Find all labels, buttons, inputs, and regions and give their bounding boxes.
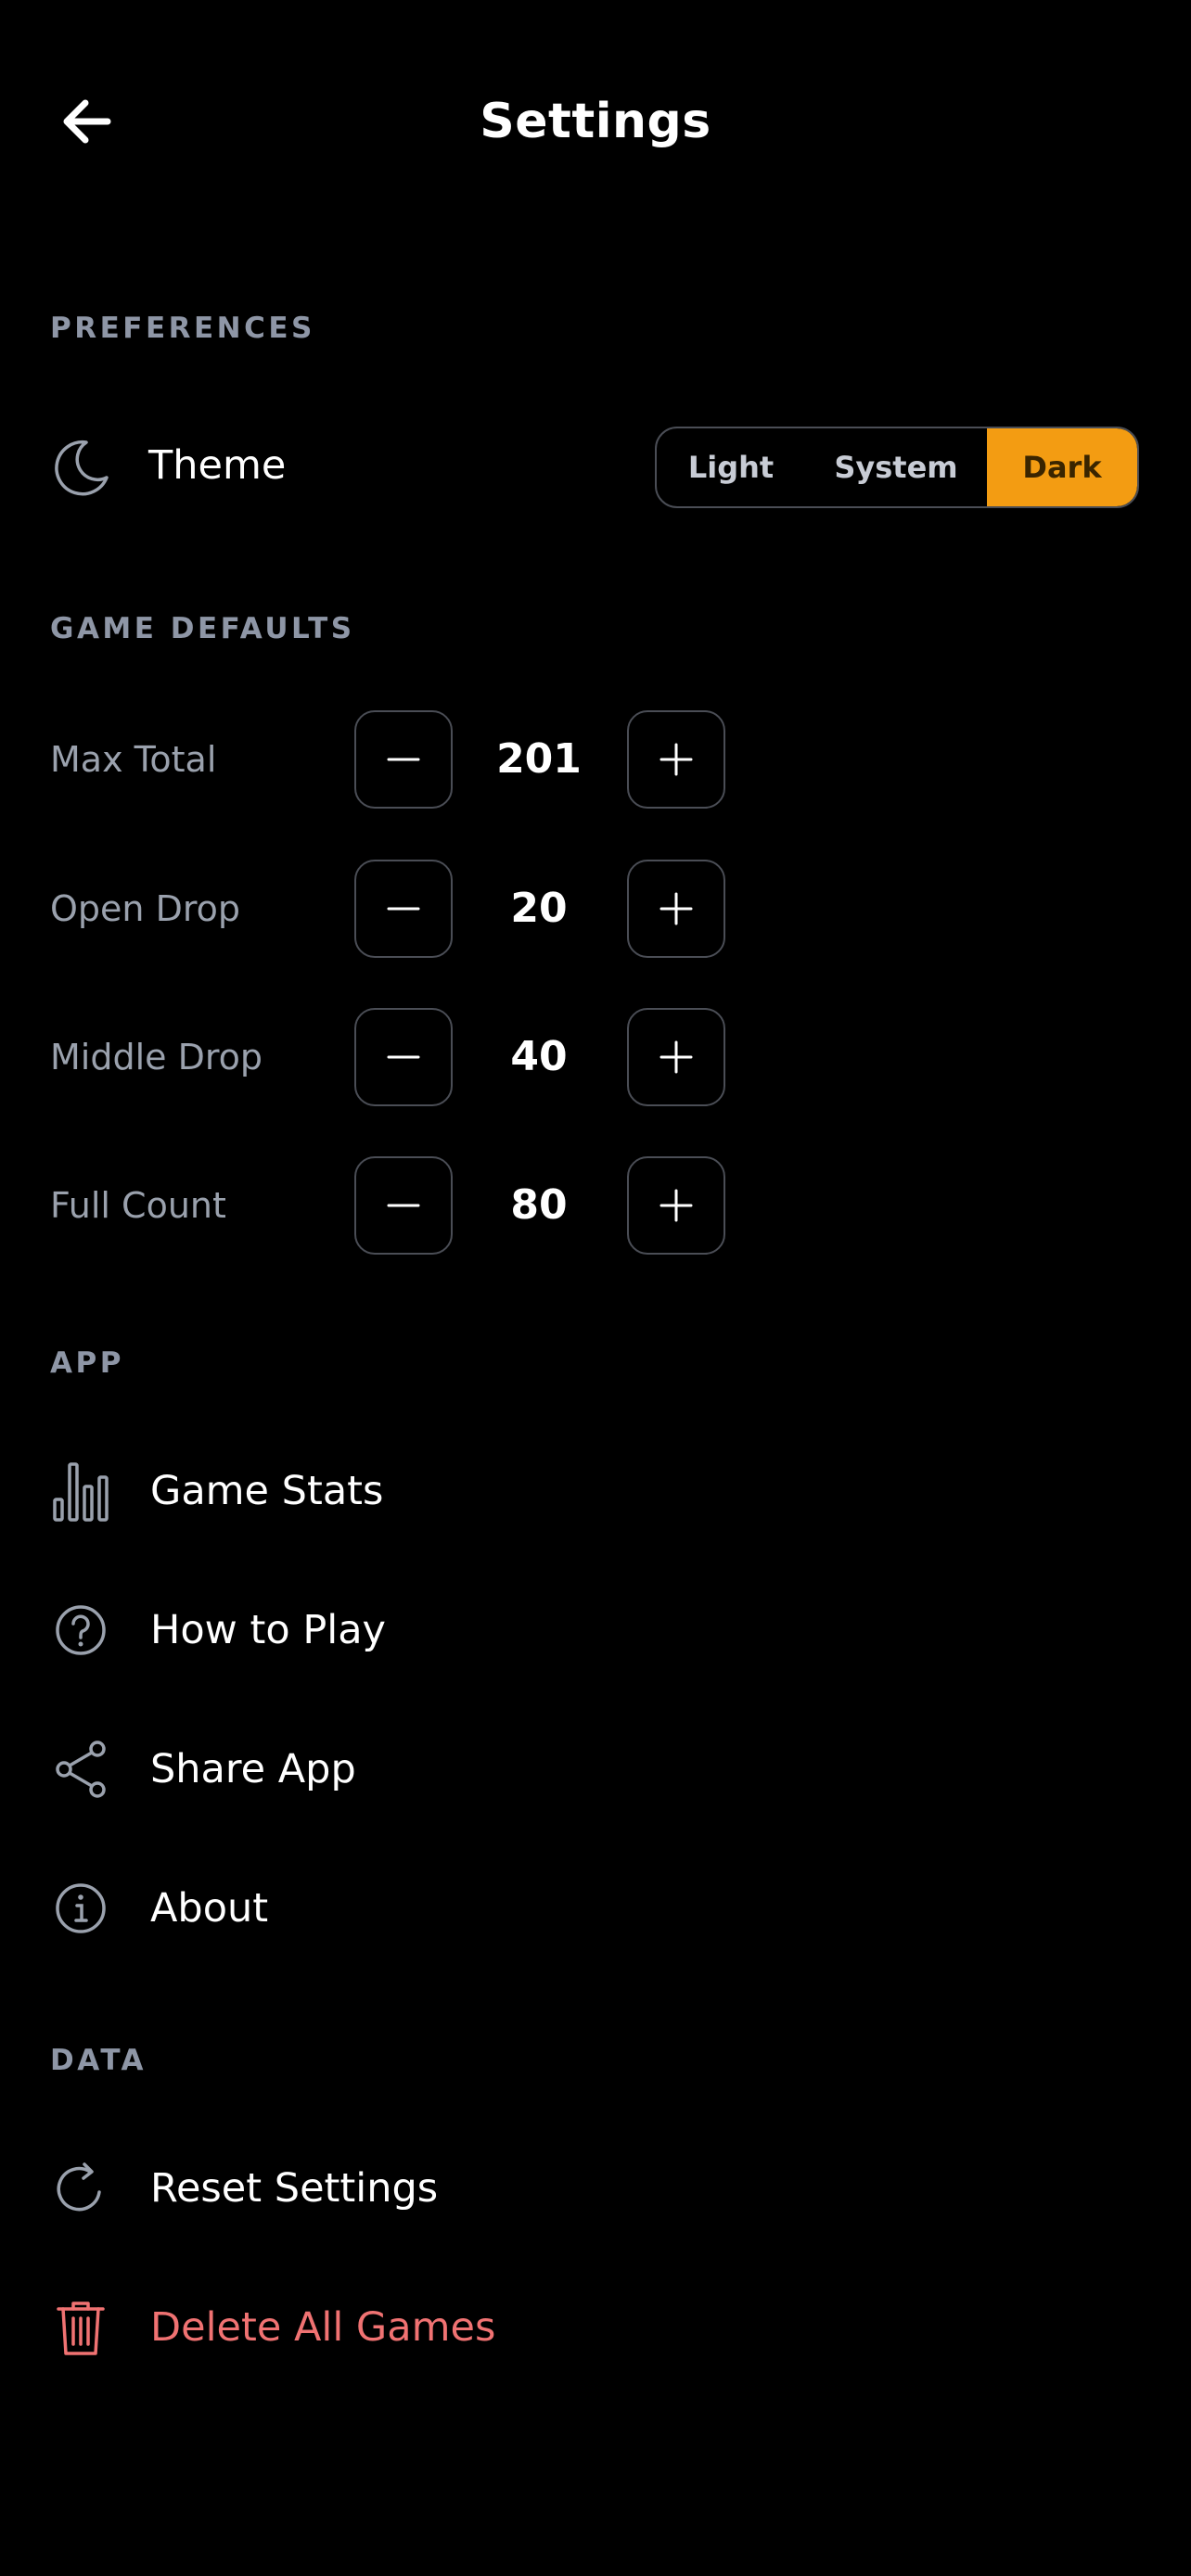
theme-option-light[interactable]: Light <box>657 428 805 506</box>
max-total-value: 201 <box>496 735 582 783</box>
section-header-data: DATA <box>50 2044 147 2077</box>
delete-all-games-label: Delete All Games <box>150 2304 496 2351</box>
stepper-label-open-drop: Open Drop <box>50 888 240 929</box>
max-total-increment-button[interactable] <box>627 710 725 809</box>
theme-segmented-control: Light System Dark <box>655 427 1139 508</box>
app-item-about[interactable]: About <box>37 1857 1150 1959</box>
minus-icon <box>387 1204 420 1207</box>
full-count-decrement-button[interactable] <box>354 1156 453 1255</box>
stepper-label-middle-drop: Middle Drop <box>50 1037 263 1078</box>
app-item-label: Share App <box>150 1746 356 1792</box>
plus-icon <box>660 892 693 925</box>
app-item-share-app[interactable]: Share App <box>37 1718 1150 1820</box>
section-header-app: APP <box>50 1346 124 1380</box>
help-circle-icon <box>50 1600 111 1661</box>
middle-drop-decrement-button[interactable] <box>354 1008 453 1106</box>
minus-icon <box>387 907 420 911</box>
info-icon <box>50 1878 111 1939</box>
open-drop-value: 20 <box>510 885 568 932</box>
section-header-preferences: PREFERENCES <box>50 312 315 345</box>
app-item-label: How to Play <box>150 1607 386 1653</box>
middle-drop-increment-button[interactable] <box>627 1008 725 1106</box>
theme-option-dark[interactable]: Dark <box>987 428 1137 506</box>
section-header-game-defaults: GAME DEFAULTS <box>50 612 355 645</box>
moon-icon <box>50 436 111 497</box>
reset-settings-label: Reset Settings <box>150 2165 439 2212</box>
stepper-label-max-total: Max Total <box>50 739 217 780</box>
theme-label: Theme <box>148 442 287 489</box>
minus-icon <box>387 758 420 761</box>
delete-all-games-button[interactable]: Delete All Games <box>37 2276 1150 2378</box>
app-item-how-to-play[interactable]: How to Play <box>37 1579 1150 1681</box>
reset-settings-button[interactable]: Reset Settings <box>37 2137 1150 2239</box>
plus-icon <box>660 1040 693 1074</box>
app-item-label: Game Stats <box>150 1468 384 1514</box>
open-drop-decrement-button[interactable] <box>354 860 453 958</box>
full-count-increment-button[interactable] <box>627 1156 725 1255</box>
theme-option-system[interactable]: System <box>805 428 987 506</box>
plus-icon <box>660 743 693 776</box>
minus-icon <box>387 1055 420 1059</box>
plus-icon <box>660 1189 693 1222</box>
full-count-value: 80 <box>510 1181 568 1229</box>
trash-icon <box>50 2297 111 2358</box>
middle-drop-value: 40 <box>510 1033 568 1080</box>
app-item-label: About <box>150 1885 269 1932</box>
bar-chart-icon <box>50 1460 111 1522</box>
page-title: Settings <box>480 94 711 149</box>
refresh-icon <box>50 2158 111 2219</box>
open-drop-increment-button[interactable] <box>627 860 725 958</box>
stepper-label-full-count: Full Count <box>50 1185 226 1226</box>
app-item-game-stats[interactable]: Game Stats <box>37 1440 1150 1542</box>
max-total-decrement-button[interactable] <box>354 710 453 809</box>
share-icon <box>50 1739 111 1800</box>
